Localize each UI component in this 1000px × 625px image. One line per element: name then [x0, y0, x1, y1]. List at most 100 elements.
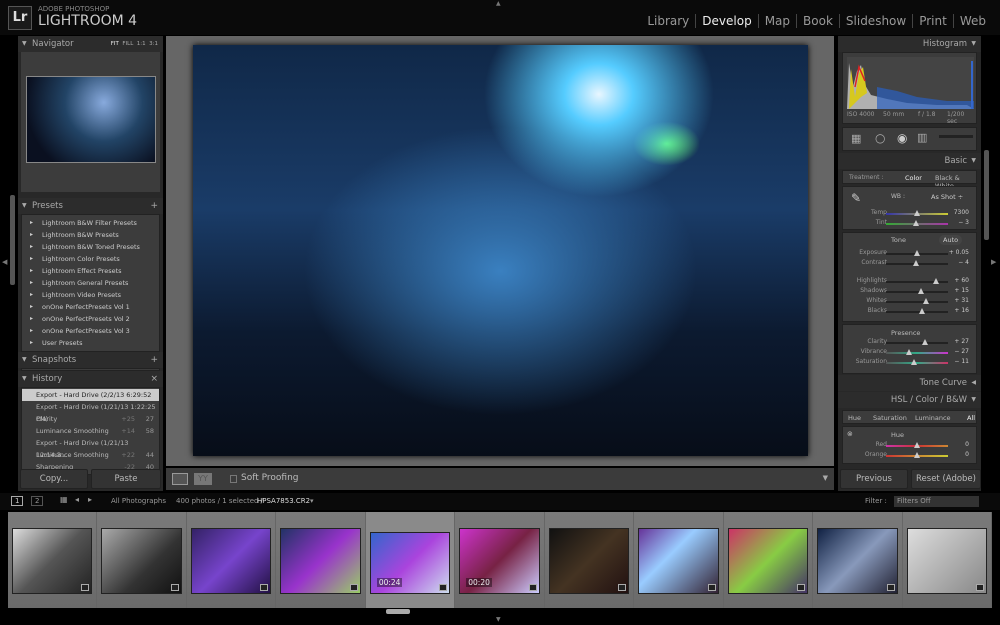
thumbnail[interactable] — [638, 528, 719, 594]
soft-proofing-checkbox[interactable] — [230, 475, 237, 483]
treatment-color[interactable]: Color — [905, 174, 922, 182]
zoom-3-1[interactable]: 3:1 — [149, 41, 158, 47]
slider-value[interactable]: + 27 — [954, 338, 969, 345]
preset-folder[interactable]: Lightroom B&W Toned Presets — [22, 241, 159, 253]
crop-overlay-icon[interactable]: ▦ — [851, 132, 861, 145]
filmstrip-scrollbar[interactable] — [386, 609, 410, 614]
selected-filename[interactable]: HPSA7853.CR2 — [257, 497, 310, 505]
basic-header[interactable]: Basic ▼ — [838, 153, 981, 169]
slider-track[interactable] — [886, 250, 948, 256]
hsl-header[interactable]: HSL / Color / B&W ▼ — [838, 392, 981, 408]
hsl-tab-all[interactable]: All — [967, 414, 975, 422]
filmstrip-cell[interactable] — [276, 512, 366, 608]
graduated-filter-icon[interactable]: ▥ — [917, 131, 927, 144]
wb-select[interactable]: As Shot ÷ — [931, 193, 963, 201]
filename-dropdown-icon[interactable]: ▾ — [310, 497, 314, 505]
preset-folder[interactable]: Lightroom Color Presets — [22, 253, 159, 265]
slider-track[interactable] — [886, 339, 948, 345]
slider-track[interactable] — [886, 308, 948, 314]
preset-folder[interactable]: onOne PerfectPresets Vol 1 — [22, 301, 159, 313]
slider-knob[interactable] — [914, 442, 920, 448]
slider-value[interactable]: 0 — [965, 441, 969, 448]
slider-track[interactable] — [886, 442, 948, 448]
thumbnail[interactable]: 00:24 — [369, 532, 451, 594]
history-item[interactable]: Luminance Smoothing +22 44 — [22, 449, 159, 461]
history-item[interactable]: Luminance Smoothing +14 58 — [22, 425, 159, 437]
histogram-header[interactable]: Histogram ▼ — [838, 36, 981, 52]
right-panel-toggle-icon[interactable]: ▶ — [991, 258, 996, 266]
thumbnail[interactable] — [817, 528, 898, 594]
left-panel-toggle-icon[interactable]: ◀ — [2, 258, 7, 266]
window-2-button[interactable]: 2 — [31, 496, 44, 506]
slider-track[interactable] — [886, 359, 948, 365]
slider-value[interactable]: + 60 — [954, 277, 969, 284]
navigator-image[interactable] — [26, 76, 156, 163]
filmstrip-cell[interactable] — [902, 512, 992, 608]
slider-knob[interactable] — [912, 220, 919, 226]
tone-curve-header[interactable]: Tone Curve ◀ — [838, 375, 981, 391]
filter-select[interactable]: Filters Off — [894, 496, 979, 507]
slider-value[interactable]: − 27 — [954, 348, 969, 355]
slider-knob[interactable] — [914, 452, 920, 458]
history-item[interactable]: Export - Hard Drive (1/21/13 1:22:25 PM) — [22, 401, 159, 423]
hsl-tab-saturation[interactable]: Saturation — [873, 414, 907, 422]
spot-removal-icon[interactable]: ○ — [875, 131, 885, 145]
module-book[interactable]: Book — [796, 14, 839, 28]
history-item[interactable]: Export - Hard Drive (2/2/13 6:29:52 PM) — [22, 389, 159, 411]
copy-button[interactable]: Copy... — [20, 469, 88, 489]
preset-folder[interactable]: User Presets — [22, 337, 159, 349]
right-panel-scrollbar[interactable] — [984, 150, 989, 240]
slider-track[interactable] — [886, 210, 948, 216]
history-item[interactable]: Export - Hard Drive (1/21/13 12:14:3... — [22, 437, 159, 459]
slider-value[interactable]: + 15 — [954, 287, 969, 294]
before-after-icon[interactable]: YY — [194, 473, 212, 485]
preset-folder[interactable]: Lightroom Video Presets — [22, 289, 159, 301]
left-panel-scrollbar[interactable] — [10, 195, 15, 285]
slider-value[interactable]: + 16 — [954, 307, 969, 314]
thumbnail[interactable]: 00:20 — [459, 528, 540, 594]
module-web[interactable]: Web — [952, 14, 992, 28]
slider-track[interactable] — [886, 298, 948, 304]
module-slideshow[interactable]: Slideshow — [838, 14, 912, 28]
filmstrip-cell[interactable] — [186, 512, 277, 608]
slider-track[interactable] — [886, 220, 948, 226]
auto-tone-button[interactable]: Auto — [939, 235, 963, 245]
toolbar-menu-icon[interactable]: ▼ — [823, 474, 828, 482]
thumbnail[interactable] — [906, 528, 987, 594]
preset-folder[interactable]: onOne PerfectPresets Vol 3 — [22, 325, 159, 337]
preset-folder[interactable]: Lightroom Effect Presets — [22, 265, 159, 277]
slider-knob[interactable] — [923, 298, 930, 304]
top-panel-toggle-icon[interactable]: ▲ — [496, 0, 501, 7]
reset-button[interactable]: Reset (Adobe) — [911, 469, 981, 489]
preset-folder[interactable]: onOne PerfectPresets Vol 2 — [22, 313, 159, 325]
slider-knob[interactable] — [905, 349, 912, 355]
thumbnail[interactable] — [548, 528, 630, 594]
module-map[interactable]: Map — [757, 14, 796, 28]
slider-value[interactable]: + 31 — [954, 297, 969, 304]
histogram-graph[interactable] — [847, 57, 974, 109]
slider-knob[interactable] — [918, 308, 925, 314]
main-photo[interactable] — [193, 45, 808, 456]
history-header[interactable]: ▼ History × — [18, 371, 163, 387]
slider-knob[interactable] — [918, 288, 925, 294]
thumbnail[interactable] — [190, 528, 272, 594]
slider-knob[interactable] — [914, 210, 920, 216]
module-print[interactable]: Print — [912, 14, 953, 28]
preset-folder[interactable]: Lightroom B&W Filter Presets — [22, 217, 159, 229]
white-balance-picker-icon[interactable]: ✎ — [851, 191, 861, 205]
filmstrip-cell[interactable] — [97, 512, 187, 608]
filmstrip-cell[interactable]: 00:20 — [455, 512, 545, 608]
snapshots-header[interactable]: ▼ Snapshots + — [18, 352, 163, 368]
slider-track[interactable] — [886, 288, 948, 294]
module-library[interactable]: Library — [641, 14, 695, 28]
preset-folder[interactable]: Lightroom General Presets — [22, 277, 159, 289]
target-adjust-icon[interactable]: ⊗ — [847, 430, 853, 438]
slider-knob[interactable] — [914, 250, 920, 256]
slider-value[interactable]: − 3 — [958, 219, 969, 226]
slider-knob[interactable] — [910, 359, 917, 365]
slider-knob[interactable] — [922, 339, 929, 345]
slider-knob[interactable] — [932, 278, 939, 284]
add-snapshot-icon[interactable]: + — [150, 352, 158, 368]
loupe-view-icon[interactable] — [172, 473, 188, 485]
hsl-tab-hue[interactable]: Hue — [848, 414, 861, 422]
